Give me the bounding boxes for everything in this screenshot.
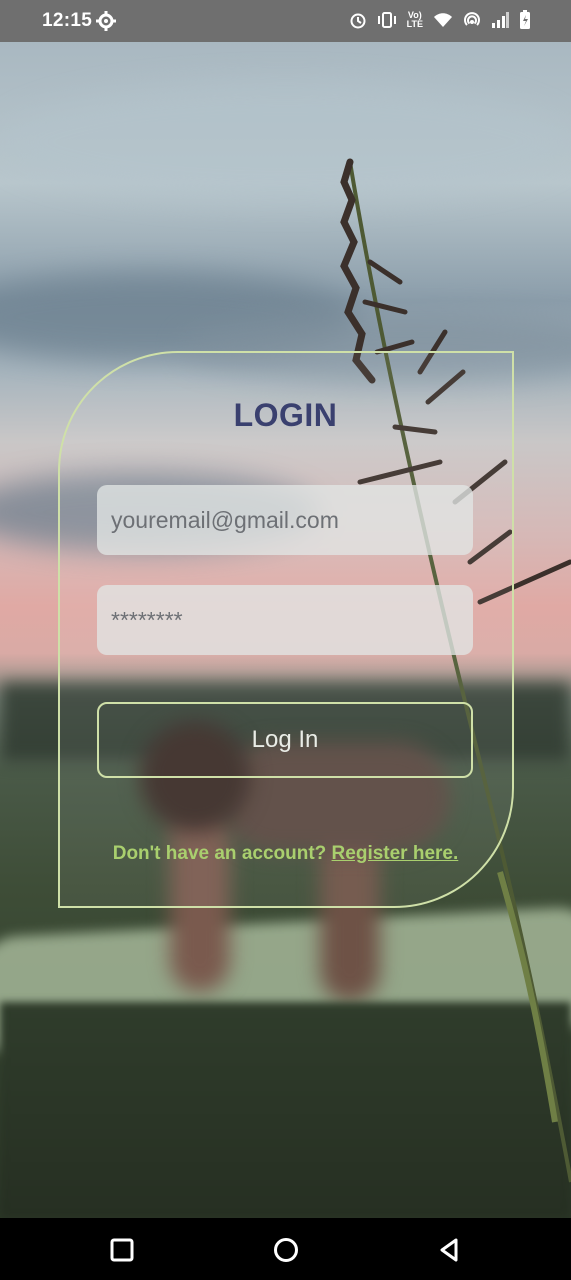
login-title: LOGIN: [233, 397, 338, 433]
hotspot-icon: [464, 12, 480, 26]
email-input[interactable]: [97, 485, 473, 555]
status-time: 12:15: [42, 10, 93, 31]
vibrate-icon: [377, 12, 396, 28]
home-icon[interactable]: [272, 1236, 300, 1264]
register-prompt: Don't have an account? Register here.: [0, 843, 571, 865]
register-prompt-text: Don't have an account?: [112, 843, 332, 864]
wifi-icon: [434, 13, 452, 27]
register-link[interactable]: Register here.: [332, 843, 459, 864]
recents-icon[interactable]: [108, 1236, 136, 1264]
signal-icon: [492, 12, 509, 28]
status-bar: 12:15 Vo) LTE: [0, 0, 571, 42]
alarm-icon: [350, 13, 366, 29]
settings-icon: [96, 11, 116, 31]
navigation-bar: [0, 1218, 571, 1280]
password-input[interactable]: [97, 585, 473, 655]
back-icon[interactable]: [436, 1236, 464, 1264]
volte-icon: Vo) LTE: [406, 10, 423, 29]
login-button[interactable]: Log In: [97, 702, 473, 778]
battery-charging-icon: [520, 10, 530, 29]
